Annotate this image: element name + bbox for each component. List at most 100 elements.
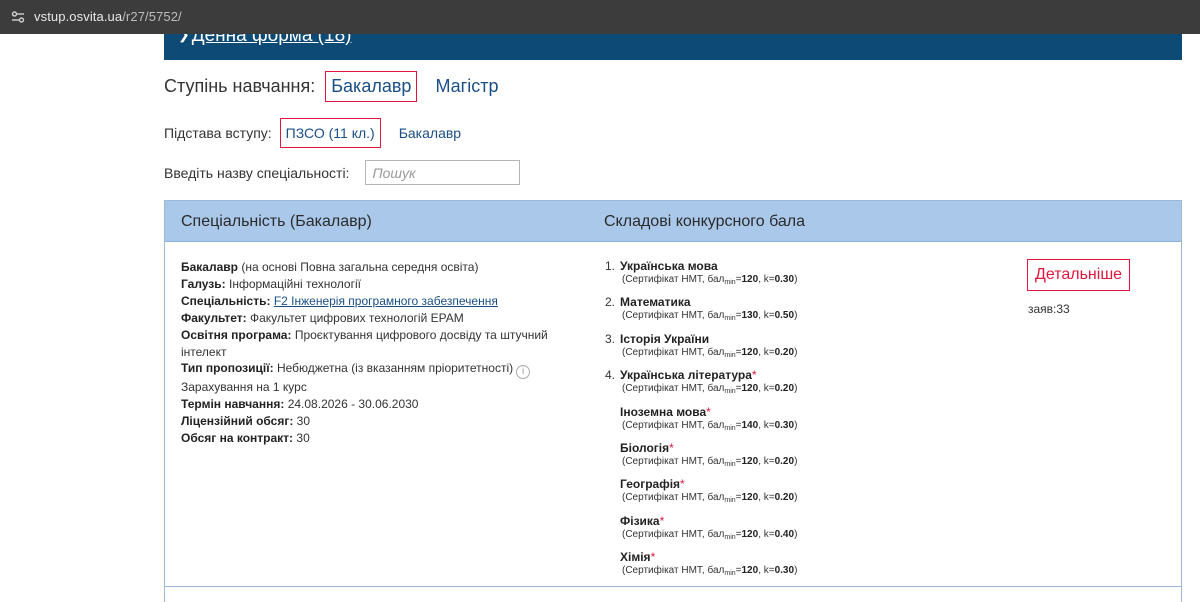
subject-cert-info: (Сертифікат НМТ, балmin=120, k=0.30) — [622, 274, 798, 286]
cert-k-label: k= — [763, 528, 775, 540]
subject-coefficient: 0.50 — [774, 310, 795, 322]
subject-coefficient: 0.30 — [774, 274, 795, 285]
subject-number: 2. — [605, 295, 616, 310]
subject-name: Українська мова — [620, 259, 945, 274]
subject-cert-info: (Сертифікат НМТ, балmin=120, k=0.20) — [622, 492, 798, 505]
basis-label: Підстава вступу: — [164, 124, 272, 141]
subject-number: 1. — [605, 259, 616, 273]
basis-option-bachelor[interactable]: Бакалавр — [393, 118, 467, 148]
field-label: Галузь: — [181, 276, 226, 291]
license-label: Ліцензійний обсяг: — [181, 414, 294, 429]
contract-label: Обсяг на контракт: — [181, 431, 294, 446]
cert-k-label: k= — [763, 492, 775, 504]
chevron-down-icon: ❯ — [178, 34, 190, 42]
score-components-list: 1. Українська мова (Сертифікат НМТ, балmin… — [605, 259, 945, 587]
subject-name-text: Історія України — [620, 331, 710, 346]
offer-type-line: Тип пропозиції: Небюджетна (із вказанням… — [181, 360, 581, 380]
subject-name-text: Біологія — [620, 440, 670, 455]
cert-min-sub: min — [724, 497, 736, 505]
subject-coefficient: 0.40 — [774, 528, 795, 540]
term-label: Термін навчання: — [181, 397, 285, 412]
cert-k-label: k= — [763, 346, 775, 358]
subject-item: 3. Історія України (Сертифікат НМТ, балmin… — [605, 332, 945, 361]
specialty-search: Введіть назву спеціальності: — [164, 160, 521, 185]
subject-coefficient: 0.20 — [774, 492, 795, 504]
degree-option-master[interactable]: Магістр — [429, 71, 504, 102]
degree-label: Ступінь навчання: — [164, 76, 316, 96]
subject-min-score: 120 — [741, 565, 759, 577]
required-mark: * — [706, 404, 711, 419]
offer-faculty-line: Факультет: Факультет цифрових технологій… — [181, 310, 581, 327]
subject-name: Фізика* — [620, 514, 945, 529]
cert-prefix: (Сертифікат НМТ, бал — [622, 528, 725, 540]
basis-selector: Підстава вступу: ПЗСО (11 кл.) Бакалавр — [164, 117, 479, 148]
degree-selector: Ступінь навчання: Бакалавр Магістр — [164, 70, 516, 103]
specialty-link[interactable]: F2 Інженерія програмного забезпечення — [274, 294, 498, 308]
subject-name: Іноземна мова* — [620, 405, 945, 420]
cert-min-sub: min — [724, 533, 736, 541]
offer-specialty-line: Спеціальність: F2 Інженерія програмного … — [181, 293, 581, 310]
cert-prefix: (Сертифікат НМТ, бал — [622, 310, 725, 322]
subject-name: Біологія* — [620, 441, 945, 456]
offer-type-label: Тип пропозиції: — [181, 361, 274, 376]
study-form-link[interactable]: ❯ Денна форма (18) — [178, 34, 351, 47]
subject-cert-info: (Сертифікат НМТ, балmin=140, k=0.30) — [622, 419, 798, 432]
subject-coefficient: 0.30 — [774, 565, 795, 577]
subject-item: 1. Українська мова (Сертифікат НМТ, балmin… — [605, 259, 945, 288]
subject-cert-info: (Сертифікат НМТ, балmin=120, k=0.20) — [622, 455, 798, 468]
subject-name-text: Іноземна мова — [620, 404, 707, 419]
offers-table: Спеціальність (Бакалавр) Складові конкур… — [164, 200, 1182, 602]
offer-degree-line: Бакалавр (на основі Повна загальна серед… — [181, 259, 581, 276]
search-input[interactable] — [365, 160, 521, 185]
subject-min-score: 120 — [741, 274, 759, 285]
subject-min-score: 140 — [741, 419, 759, 431]
url-text[interactable]: vstup.osvita.ua/r27/5752/ — [34, 9, 182, 24]
subject-name-text: Математика — [620, 295, 691, 310]
required-mark: * — [659, 513, 665, 528]
offer-degree: Бакалавр — [181, 260, 238, 274]
required-mark: * — [669, 440, 674, 455]
subject-name-text: Хімія — [620, 550, 651, 565]
cert-prefix: (Сертифікат НМТ, бал — [622, 419, 725, 431]
subject-number: 3. — [605, 331, 616, 346]
subject-min-score: 130 — [741, 310, 759, 322]
cert-k-label: k= — [763, 419, 775, 431]
program-label: Освітня програма: — [181, 327, 292, 342]
subject-item: Хімія* (Сертифікат НМТ, балmin=120, k=0.3… — [605, 550, 945, 579]
url-host: vstup.osvita.ua — [34, 9, 123, 24]
info-icon[interactable]: i — [516, 365, 531, 380]
faculty-label: Факультет: — [181, 310, 247, 325]
subject-min-score: 120 — [741, 346, 759, 358]
study-form-header[interactable]: ❯ Денна форма (18) — [164, 34, 1182, 60]
cert-k-label: k= — [763, 383, 775, 395]
details-button[interactable]: Детальніше — [1027, 259, 1131, 291]
site-settings-icon[interactable] — [10, 9, 26, 25]
offer-license-line: Ліцензійний обсяг: 30 — [181, 413, 581, 430]
subject-item: 4. Українська література* (Сертифікат НМТ,… — [605, 368, 945, 397]
cert-k-label: k= — [763, 455, 775, 467]
row-divider — [165, 586, 1181, 587]
basis-option-pzso[interactable]: ПЗСО (11 кл.) — [279, 117, 381, 148]
subject-coefficient: 0.30 — [774, 419, 795, 431]
subject-cert-info: (Сертифікат НМТ, балmin=120, k=0.20) — [622, 383, 798, 396]
offer-enroll-line: Зарахування на 1 курс — [181, 380, 307, 395]
cert-k-label: k= — [763, 565, 775, 577]
cert-prefix: (Сертифікат НМТ, бал — [622, 565, 725, 577]
degree-option-bachelor[interactable]: Бакалавр — [325, 71, 418, 102]
column-header-score-components: Складові конкурсного бала — [604, 213, 806, 230]
subject-name-text: Українська література — [620, 368, 752, 383]
column-header-specialty: Спеціальність (Бакалавр) — [181, 213, 372, 230]
search-label: Введіть назву спеціальності: — [164, 164, 350, 181]
faculty-value: Факультет цифрових технологій EPAM — [250, 310, 464, 325]
subject-name: Хімія* — [620, 550, 945, 565]
subject-name-text: Фізика — [620, 513, 660, 528]
table-header: Спеціальність (Бакалавр) Складові конкур… — [165, 201, 1181, 242]
subject-cert-info: (Сертифікат НМТ, балmin=130, k=0.50) — [622, 310, 798, 323]
subject-item: Фізика* (Сертифікат НМТ, балmin=120, k=0.… — [605, 514, 945, 543]
required-mark: * — [680, 477, 685, 492]
offer-type-value: Небюджетна (із вказанням пріоритетності) — [276, 361, 514, 376]
license-value: 30 — [296, 414, 311, 429]
subject-coefficient: 0.20 — [774, 455, 795, 467]
cert-prefix: (Сертифікат НМТ, бал — [622, 346, 725, 358]
specialty-label: Спеціальність: — [181, 293, 271, 308]
